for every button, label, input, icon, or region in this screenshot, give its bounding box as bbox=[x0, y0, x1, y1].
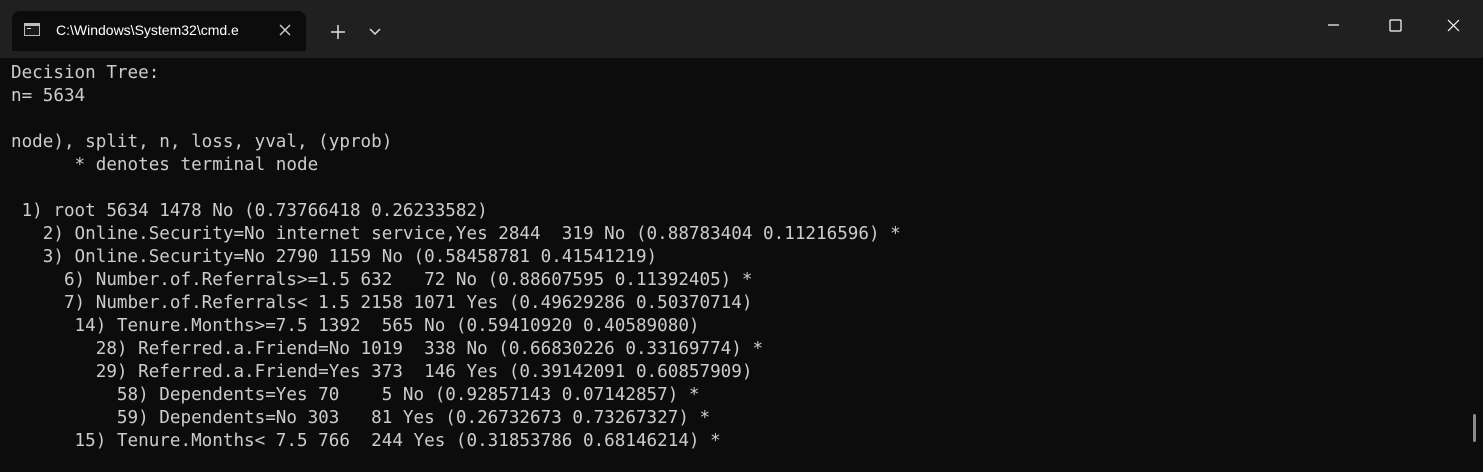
terminal-icon bbox=[24, 23, 40, 36]
console-line: node), split, n, loss, yval, (yprob) bbox=[11, 132, 393, 152]
close-icon bbox=[279, 24, 291, 36]
tab-cmd[interactable]: C:\Windows\System32\cmd.e bbox=[12, 11, 306, 51]
console-output[interactable]: Decision Tree: n= 5634 node), split, n, … bbox=[0, 58, 1466, 472]
console-line: 58) Dependents=Yes 70 5 No (0.92857143 0… bbox=[11, 385, 700, 405]
console-line: 59) Dependents=No 303 81 Yes (0.26732673… bbox=[11, 408, 711, 428]
chevron-down-icon bbox=[369, 28, 381, 36]
console-line: 1) root 5634 1478 No (0.73766418 0.26233… bbox=[11, 201, 488, 221]
plus-icon bbox=[331, 25, 345, 39]
maximize-button[interactable] bbox=[1372, 10, 1418, 40]
console-line: 7) Number.of.Referrals< 1.5 2158 1071 Ye… bbox=[11, 293, 753, 313]
console-line: 6) Number.of.Referrals>=1.5 632 72 No (0… bbox=[11, 270, 753, 290]
minimize-icon bbox=[1328, 24, 1339, 26]
console-line: 2) Online.Security=No internet service,Y… bbox=[11, 224, 901, 244]
console-line: 3) Online.Security=No 2790 1159 No (0.58… bbox=[11, 247, 658, 267]
console-line: 14) Tenure.Months>=7.5 1392 565 No (0.59… bbox=[11, 316, 700, 336]
new-tab-button[interactable] bbox=[325, 19, 351, 45]
console-line: Decision Tree: bbox=[11, 63, 160, 83]
console-line: * denotes terminal node bbox=[11, 155, 319, 175]
tab-close-button[interactable] bbox=[275, 20, 295, 40]
scrollbar-thumb[interactable] bbox=[1473, 414, 1476, 442]
title-bar: C:\Windows\System32\cmd.e bbox=[0, 0, 1483, 58]
minimize-button[interactable] bbox=[1310, 10, 1356, 40]
scrollbar[interactable] bbox=[1466, 58, 1483, 472]
close-icon bbox=[1447, 19, 1460, 32]
tab-title: C:\Windows\System32\cmd.e bbox=[56, 22, 239, 38]
console-line: 15) Tenure.Months< 7.5 766 244 Yes (0.31… bbox=[11, 431, 721, 451]
console-line: 29) Referred.a.Friend=Yes 373 146 Yes (0… bbox=[11, 362, 753, 382]
tab-dropdown-button[interactable] bbox=[363, 21, 387, 43]
console-line: 28) Referred.a.Friend=No 1019 338 No (0.… bbox=[11, 339, 764, 359]
console-line: n= 5634 bbox=[11, 86, 86, 106]
maximize-icon bbox=[1389, 19, 1402, 32]
close-window-button[interactable] bbox=[1430, 10, 1476, 40]
